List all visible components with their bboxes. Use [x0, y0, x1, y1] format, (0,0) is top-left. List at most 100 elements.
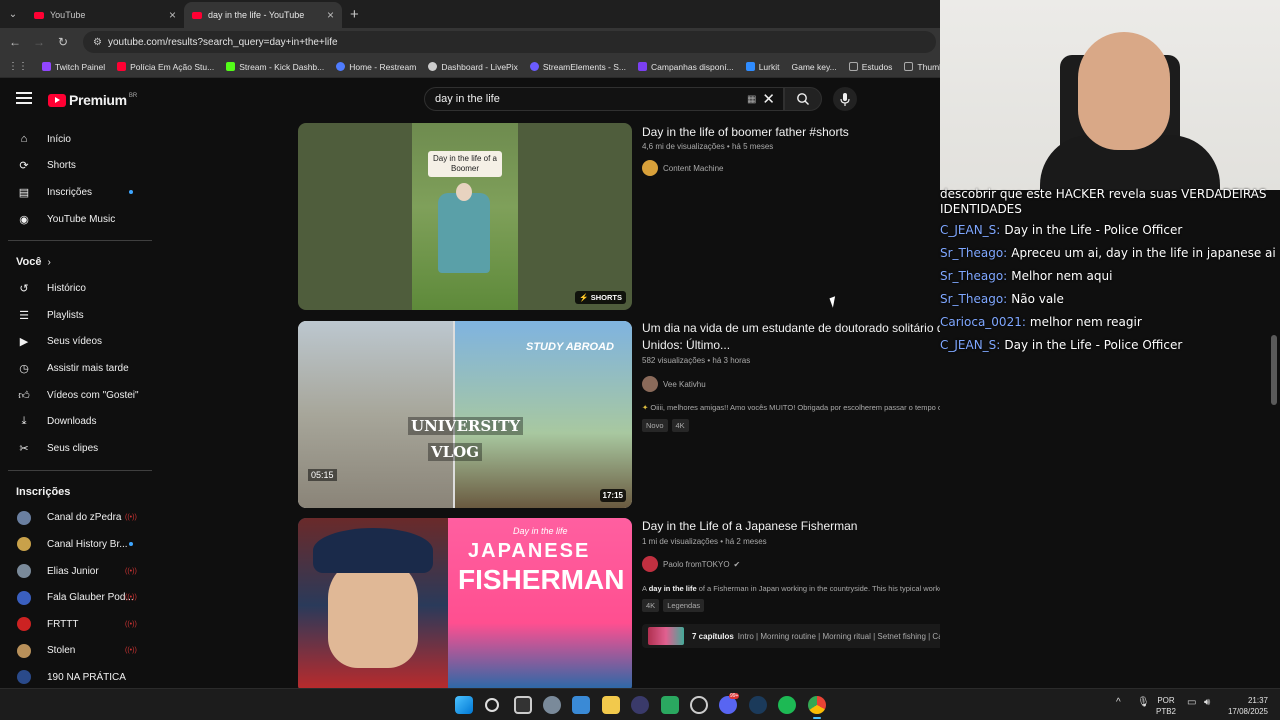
bookmark-item[interactable]: Twitch Painel — [42, 62, 105, 72]
avatar — [17, 510, 31, 525]
sidebar-item-label: Fala Glauber Pod... — [47, 592, 134, 604]
video-thumbnail[interactable]: STUDY ABROAD UNIVERSITY VLOG 05:15 17:15 — [298, 321, 632, 508]
new-content-dot — [129, 542, 133, 547]
video-thumbnail[interactable]: Day in the life of a Boomer ⚡ SHORTS — [298, 123, 632, 310]
bookmark-item[interactable]: Dashboard - LivePix — [428, 62, 518, 72]
channel-link[interactable]: Content Machine — [642, 160, 723, 176]
app-icon[interactable] — [661, 696, 679, 714]
bookmark-folder[interactable]: Estudos — [848, 62, 892, 72]
app-icon[interactable] — [690, 696, 708, 714]
bookmark-favicon-icon — [428, 62, 438, 71]
sidebar-sub-frttt[interactable]: FRTTT ((•)) — [0, 611, 160, 638]
playlists-icon: ☰ — [19, 309, 29, 322]
photos-icon[interactable] — [572, 696, 590, 714]
voice-search-button[interactable] — [833, 87, 857, 111]
close-tab-icon[interactable]: × — [169, 8, 176, 22]
sidebar-sub-stolen[interactable]: Stolen ((•)) — [0, 638, 160, 665]
bookmark-item[interactable]: Polícia Em Ação Stu... — [117, 62, 214, 72]
clock[interactable]: 21:37 17/08/2025 — [1224, 695, 1268, 717]
sidebar-item-historico[interactable]: ↺ Histórico — [0, 275, 160, 302]
active-app-indicator — [813, 717, 821, 719]
avatar — [17, 643, 31, 658]
video-title[interactable]: Um dia na vida de um estudante de doutor… — [642, 320, 940, 354]
home-icon: ⌂ — [20, 133, 28, 146]
site-info-icon[interactable]: ⚙ — [93, 37, 102, 48]
settings-icon[interactable] — [543, 696, 561, 714]
chat-text: Day in the Life - Police Officer — [1004, 338, 1183, 352]
chapters-row[interactable]: 7 capítulos Intro | Morning routine | Mo… — [642, 624, 940, 648]
microphone-icon[interactable]: 🎙︎ — [1137, 697, 1150, 708]
search-input[interactable]: day in the life ▦ ✕ — [424, 87, 784, 111]
url-field[interactable]: ⚙ youtube.com/results?search_query=day+i… — [83, 31, 936, 53]
video-meta: 4,6 mi de visualizações • há 5 meses — [642, 142, 774, 151]
spotify-icon[interactable] — [778, 696, 796, 714]
bookmark-item[interactable]: Lurkit — [745, 62, 780, 72]
video-title[interactable]: Day in the life of boomer father #shorts — [642, 124, 849, 141]
forward-icon[interactable]: → — [27, 35, 51, 49]
sidebar-item-inscricoes[interactable]: ▤ Inscrições — [0, 179, 160, 206]
task-view-icon[interactable] — [514, 696, 532, 714]
folder-icon — [848, 62, 858, 71]
show-hidden-icons-icon[interactable]: ^ — [1116, 697, 1121, 708]
channel-link[interactable]: Paolo fromTOKYO ✔ — [642, 556, 740, 572]
bookmark-item[interactable]: Stream - Kick Dashb... — [226, 62, 324, 72]
sidebar-sub-190-na-pratica[interactable]: 190 NA PRÁTICA — [0, 664, 160, 691]
clear-search-icon[interactable]: ✕ — [762, 90, 775, 108]
network-icon[interactable]: ▭ — [1187, 697, 1196, 708]
sidebar-item-shorts[interactable]: ⟳ Shorts — [0, 153, 160, 180]
tab-youtube[interactable]: YouTube × — [26, 2, 184, 28]
youtube-favicon-icon — [34, 11, 44, 19]
sidebar-item-assistir-mais-tarde[interactable]: ◷ Assistir mais tarde — [0, 355, 160, 382]
keyboard-icon[interactable]: ▦ — [747, 94, 756, 105]
bookmark-favicon-icon — [226, 62, 236, 71]
youtube-logo[interactable]: Premium BR — [48, 92, 137, 108]
page-scrollbar[interactable] — [1271, 335, 1277, 405]
channel-link[interactable]: Vee Kativhu — [642, 376, 706, 392]
steam-icon[interactable] — [749, 696, 767, 714]
sidebar-item-seus-clipes[interactable]: ✂ Seus clipes — [0, 435, 160, 462]
sidebar-sub-elias-junior[interactable]: Elias Junior ((•)) — [0, 558, 160, 585]
logo-region: BR — [128, 93, 138, 99]
start-icon[interactable] — [455, 696, 473, 714]
tab-day-in-the-life[interactable]: day in the life - YouTube × — [184, 2, 342, 28]
video-thumbnail[interactable]: Day in the life JAPANESE FISHERMAN — [298, 518, 632, 688]
app-icon[interactable] — [631, 696, 649, 714]
video-title[interactable]: Day in the Life of a Japanese Fisherman — [642, 518, 857, 535]
language-indicator[interactable]: POR PTB2 — [1156, 695, 1176, 717]
chat-user: C_JEAN_S: — [940, 223, 1001, 237]
video-description-text: Oiiii, melhores amigas!! Amo vocês MUITO… — [650, 403, 940, 412]
sidebar-item-youtube-music[interactable]: ◉ YouTube Music — [0, 206, 160, 233]
close-tab-icon[interactable]: × — [327, 8, 334, 22]
new-tab-icon[interactable]: + — [350, 6, 359, 23]
search-button[interactable] — [784, 87, 822, 111]
back-icon[interactable]: ← — [3, 35, 27, 49]
chat-text: IDENTIDADES — [940, 202, 1022, 216]
tab-search-icon[interactable]: ⌄ — [0, 0, 26, 28]
bookmark-item[interactable]: Game key... — [792, 62, 837, 72]
chrome-icon[interactable] — [808, 696, 826, 714]
sidebar-item-playlists[interactable]: ☰ Playlists — [0, 302, 160, 329]
search-icon[interactable] — [485, 698, 499, 712]
search-icon — [797, 93, 809, 105]
keyboard-layout: PTB2 — [1156, 707, 1177, 716]
bookmark-item[interactable]: StreamElements - S... — [529, 62, 626, 72]
file-explorer-icon[interactable] — [602, 696, 620, 714]
shorts-badge: ⚡ SHORTS — [575, 291, 626, 304]
sidebar-item-label: Shorts — [47, 160, 76, 172]
sidebar-sub-canal-history[interactable]: Canal History Br... — [0, 531, 160, 558]
sidebar-sub-canal-do-zpedra[interactable]: Canal do zPedra ((•)) — [0, 505, 160, 532]
volume-icon[interactable]: 🔊︎ — [1204, 697, 1210, 708]
menu-icon[interactable] — [16, 92, 32, 104]
bookmark-item[interactable]: Campanhas disponí... — [638, 62, 734, 72]
bookmark-item[interactable]: Home - Restream — [336, 62, 416, 72]
sidebar-sub-fala-glauber[interactable]: Fala Glauber Pod... ((•)) — [0, 584, 160, 611]
sidebar-section-voce[interactable]: Você › — [0, 249, 160, 275]
apps-grid-icon[interactable]: ⋮⋮ — [8, 61, 28, 72]
sidebar-item-gostei[interactable]: 👍︎ Vídeos com "Gostei" — [0, 382, 160, 409]
reload-icon[interactable]: ↻ — [51, 35, 75, 49]
sidebar-item-downloads[interactable]: ⤓ Downloads — [0, 408, 160, 435]
sidebar-item-seus-videos[interactable]: ▶ Seus vídeos — [0, 329, 160, 356]
video-badges: Novo 4K — [642, 419, 693, 432]
sidebar-item-inicio[interactable]: ⌂ Início — [0, 126, 160, 153]
sidebar-item-label: Seus vídeos — [47, 336, 103, 348]
